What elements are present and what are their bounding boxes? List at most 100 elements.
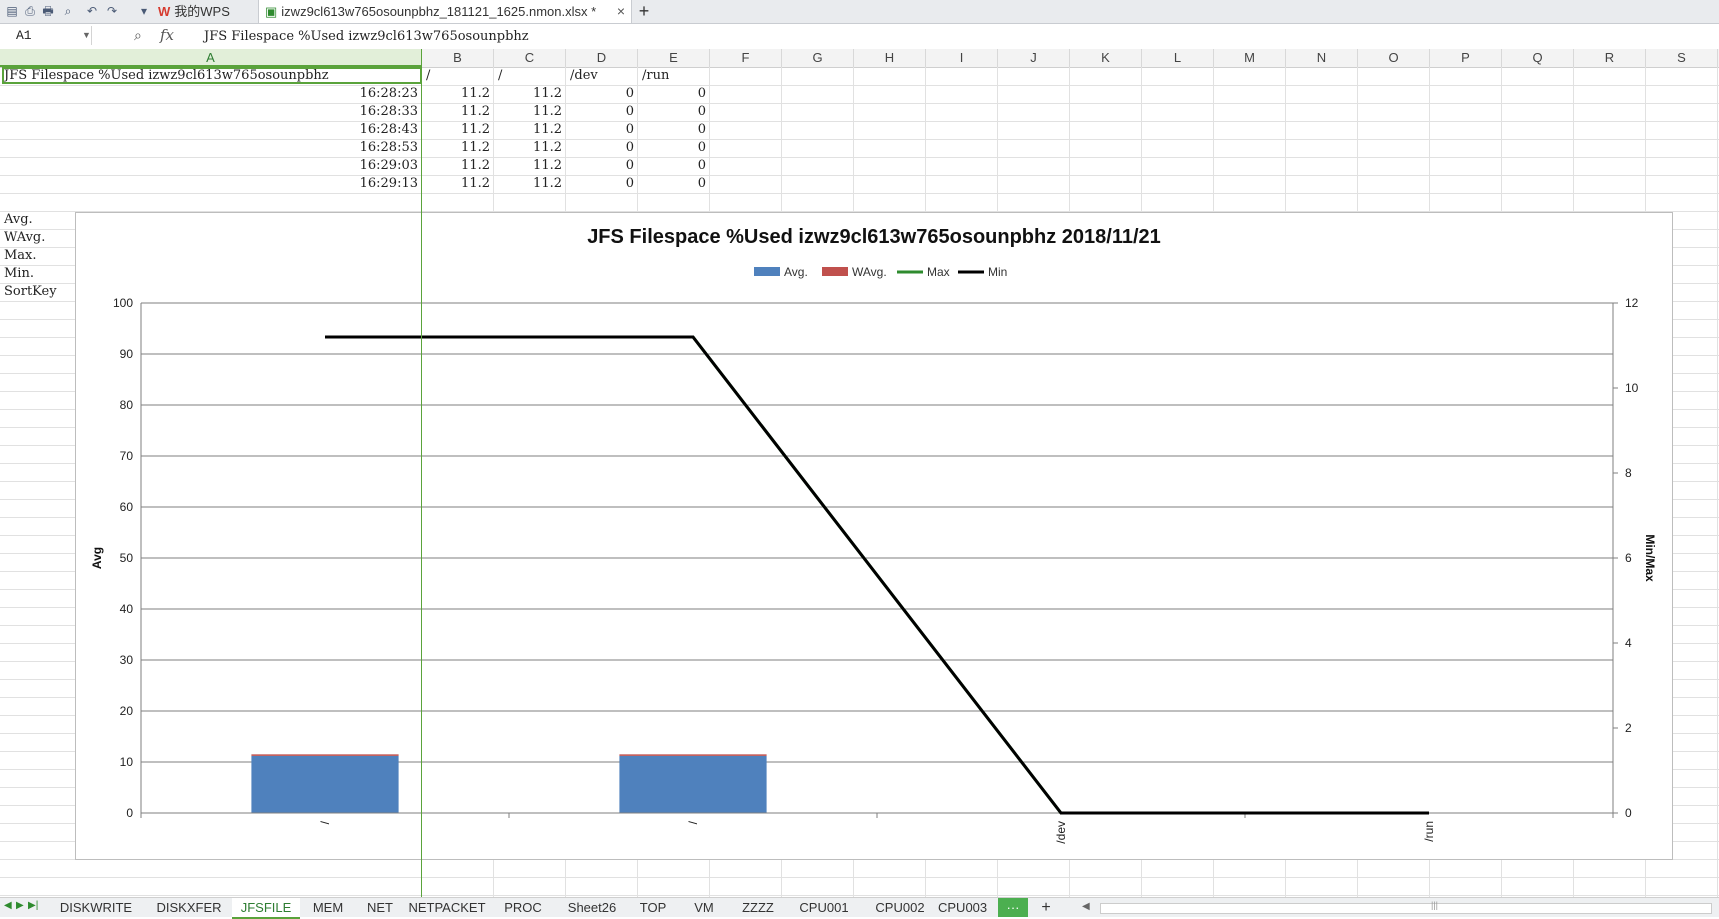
- column-header-f[interactable]: F: [710, 49, 782, 67]
- sheet-tab-cpu002[interactable]: CPU002: [862, 898, 938, 917]
- column-header-s[interactable]: S: [1646, 49, 1718, 67]
- cell[interactable]: 16:28:23: [2, 85, 418, 103]
- column-header-b[interactable]: B: [422, 49, 494, 67]
- sheet-tab-zzzz[interactable]: ZZZZ: [730, 898, 786, 917]
- bar-wavg-0: [251, 754, 399, 756]
- first-sheet-icon[interactable]: ◀: [4, 900, 12, 911]
- cell[interactable]: 11.2: [424, 121, 490, 139]
- chart[interactable]: JFS Filespace %Used izwz9cl613w765osounp…: [75, 212, 1673, 860]
- column-header-j[interactable]: J: [998, 49, 1070, 67]
- column-header-h[interactable]: H: [854, 49, 926, 67]
- cell[interactable]: Avg.: [4, 211, 74, 229]
- cell[interactable]: 16:29:13: [2, 175, 418, 193]
- prev-sheet-icon[interactable]: ▶: [16, 900, 24, 911]
- cell[interactable]: 16:28:33: [2, 103, 418, 121]
- new-tab-button[interactable]: +: [634, 0, 654, 23]
- cell[interactable]: 11.2: [424, 103, 490, 121]
- sheet-tab-cpu003[interactable]: CPU003: [938, 898, 987, 917]
- grid-row-line: [0, 193, 1719, 194]
- cell[interactable]: 11.2: [496, 157, 562, 175]
- more-sheets-button[interactable]: ···: [998, 898, 1028, 917]
- tab-document[interactable]: ▣ izwz9cl613w765osounpbhz_181121_1625.nmo…: [258, 0, 632, 23]
- cell[interactable]: /dev: [570, 67, 636, 85]
- cell[interactable]: 0: [568, 139, 634, 157]
- add-sheet-button[interactable]: +: [1034, 898, 1058, 917]
- new-icon[interactable]: ▤: [4, 3, 20, 19]
- cell[interactable]: Max.: [4, 247, 74, 265]
- name-box[interactable]: A1: [2, 26, 92, 45]
- sheet-tab-sheet26[interactable]: Sheet26: [556, 898, 628, 917]
- cell[interactable]: Min.: [4, 265, 74, 283]
- cell[interactable]: 0: [640, 139, 706, 157]
- name-box-dropdown-icon[interactable]: ▼: [82, 30, 91, 40]
- cell[interactable]: 0: [568, 175, 634, 193]
- column-header-n[interactable]: N: [1286, 49, 1358, 67]
- sheet-tab-diskxfer[interactable]: DISKXFER: [146, 898, 232, 917]
- cell[interactable]: 11.2: [424, 85, 490, 103]
- cell[interactable]: 0: [568, 103, 634, 121]
- column-header-g[interactable]: G: [782, 49, 854, 67]
- undo-icon[interactable]: ↶: [84, 3, 100, 19]
- cell[interactable]: 11.2: [496, 85, 562, 103]
- selected-cell[interactable]: [2, 67, 422, 84]
- cell[interactable]: 11.2: [424, 157, 490, 175]
- cell[interactable]: /: [426, 67, 492, 85]
- sheet-tab-cpu001[interactable]: CPU001: [786, 898, 862, 917]
- column-header-e[interactable]: E: [638, 49, 710, 67]
- cell[interactable]: 0: [568, 121, 634, 139]
- formula-input[interactable]: JFS Filespace %Used izwz9cl613w765osounp…: [204, 27, 529, 46]
- column-header-d[interactable]: D: [566, 49, 638, 67]
- column-header-k[interactable]: K: [1070, 49, 1142, 67]
- cell[interactable]: 11.2: [496, 121, 562, 139]
- fx-icon[interactable]: fx: [160, 26, 174, 44]
- cell[interactable]: 0: [640, 121, 706, 139]
- column-header-c[interactable]: C: [494, 49, 566, 67]
- sheet-tab-vm[interactable]: VM: [678, 898, 730, 917]
- sheet-tab-diskwrite[interactable]: DISKWRITE: [46, 898, 146, 917]
- cell[interactable]: 0: [640, 175, 706, 193]
- cell[interactable]: 11.2: [424, 139, 490, 157]
- horizontal-scrollbar[interactable]: |||: [1100, 900, 1712, 914]
- cell[interactable]: /run: [642, 67, 708, 85]
- column-header-a[interactable]: A: [0, 49, 422, 67]
- cell[interactable]: 16:28:53: [2, 139, 418, 157]
- last-sheet-icon[interactable]: ▶|: [28, 900, 38, 911]
- column-header-q[interactable]: Q: [1502, 49, 1574, 67]
- tab-home[interactable]: W 我的WPS: [158, 0, 253, 23]
- cell[interactable]: 11.2: [496, 175, 562, 193]
- column-header-l[interactable]: L: [1142, 49, 1214, 67]
- cell[interactable]: 16:28:43: [2, 121, 418, 139]
- cell[interactable]: 16:29:03: [2, 157, 418, 175]
- sheet-tab-netpacket[interactable]: NETPACKET: [404, 898, 490, 917]
- cell[interactable]: 0: [640, 103, 706, 121]
- sheet-tab-proc[interactable]: PROC: [490, 898, 556, 917]
- close-tab-icon[interactable]: ×: [617, 0, 625, 23]
- preview-icon[interactable]: ⌕: [60, 3, 76, 19]
- cell[interactable]: SortKey: [4, 283, 74, 301]
- cell[interactable]: WAvg.: [4, 229, 74, 247]
- column-header-r[interactable]: R: [1574, 49, 1646, 67]
- pdf-icon[interactable]: ⎙: [22, 3, 38, 19]
- cell[interactable]: 0: [640, 157, 706, 175]
- print-icon[interactable]: 🖶: [40, 3, 56, 19]
- cell[interactable]: 11.2: [496, 139, 562, 157]
- scroll-left-icon[interactable]: ◀: [1082, 901, 1090, 912]
- cell[interactable]: /: [498, 67, 564, 85]
- sheet-tab-net[interactable]: NET: [356, 898, 404, 917]
- cell[interactable]: 11.2: [496, 103, 562, 121]
- y2-tick-label: 0: [1625, 806, 1632, 820]
- column-header-o[interactable]: O: [1358, 49, 1430, 67]
- legend-label-2: Max: [927, 265, 950, 279]
- cell[interactable]: 0: [568, 85, 634, 103]
- column-header-p[interactable]: P: [1430, 49, 1502, 67]
- dropdown-icon[interactable]: ▾: [136, 3, 152, 19]
- redo-icon[interactable]: ↷: [104, 3, 120, 19]
- cell[interactable]: 11.2: [424, 175, 490, 193]
- sheet-tab-mem[interactable]: MEM: [300, 898, 356, 917]
- cell[interactable]: 0: [640, 85, 706, 103]
- column-header-i[interactable]: I: [926, 49, 998, 67]
- zoom-icon[interactable]: ⌕: [134, 27, 142, 44]
- column-header-m[interactable]: M: [1214, 49, 1286, 67]
- cell[interactable]: 0: [568, 157, 634, 175]
- sheet-tab-top[interactable]: TOP: [628, 898, 678, 917]
